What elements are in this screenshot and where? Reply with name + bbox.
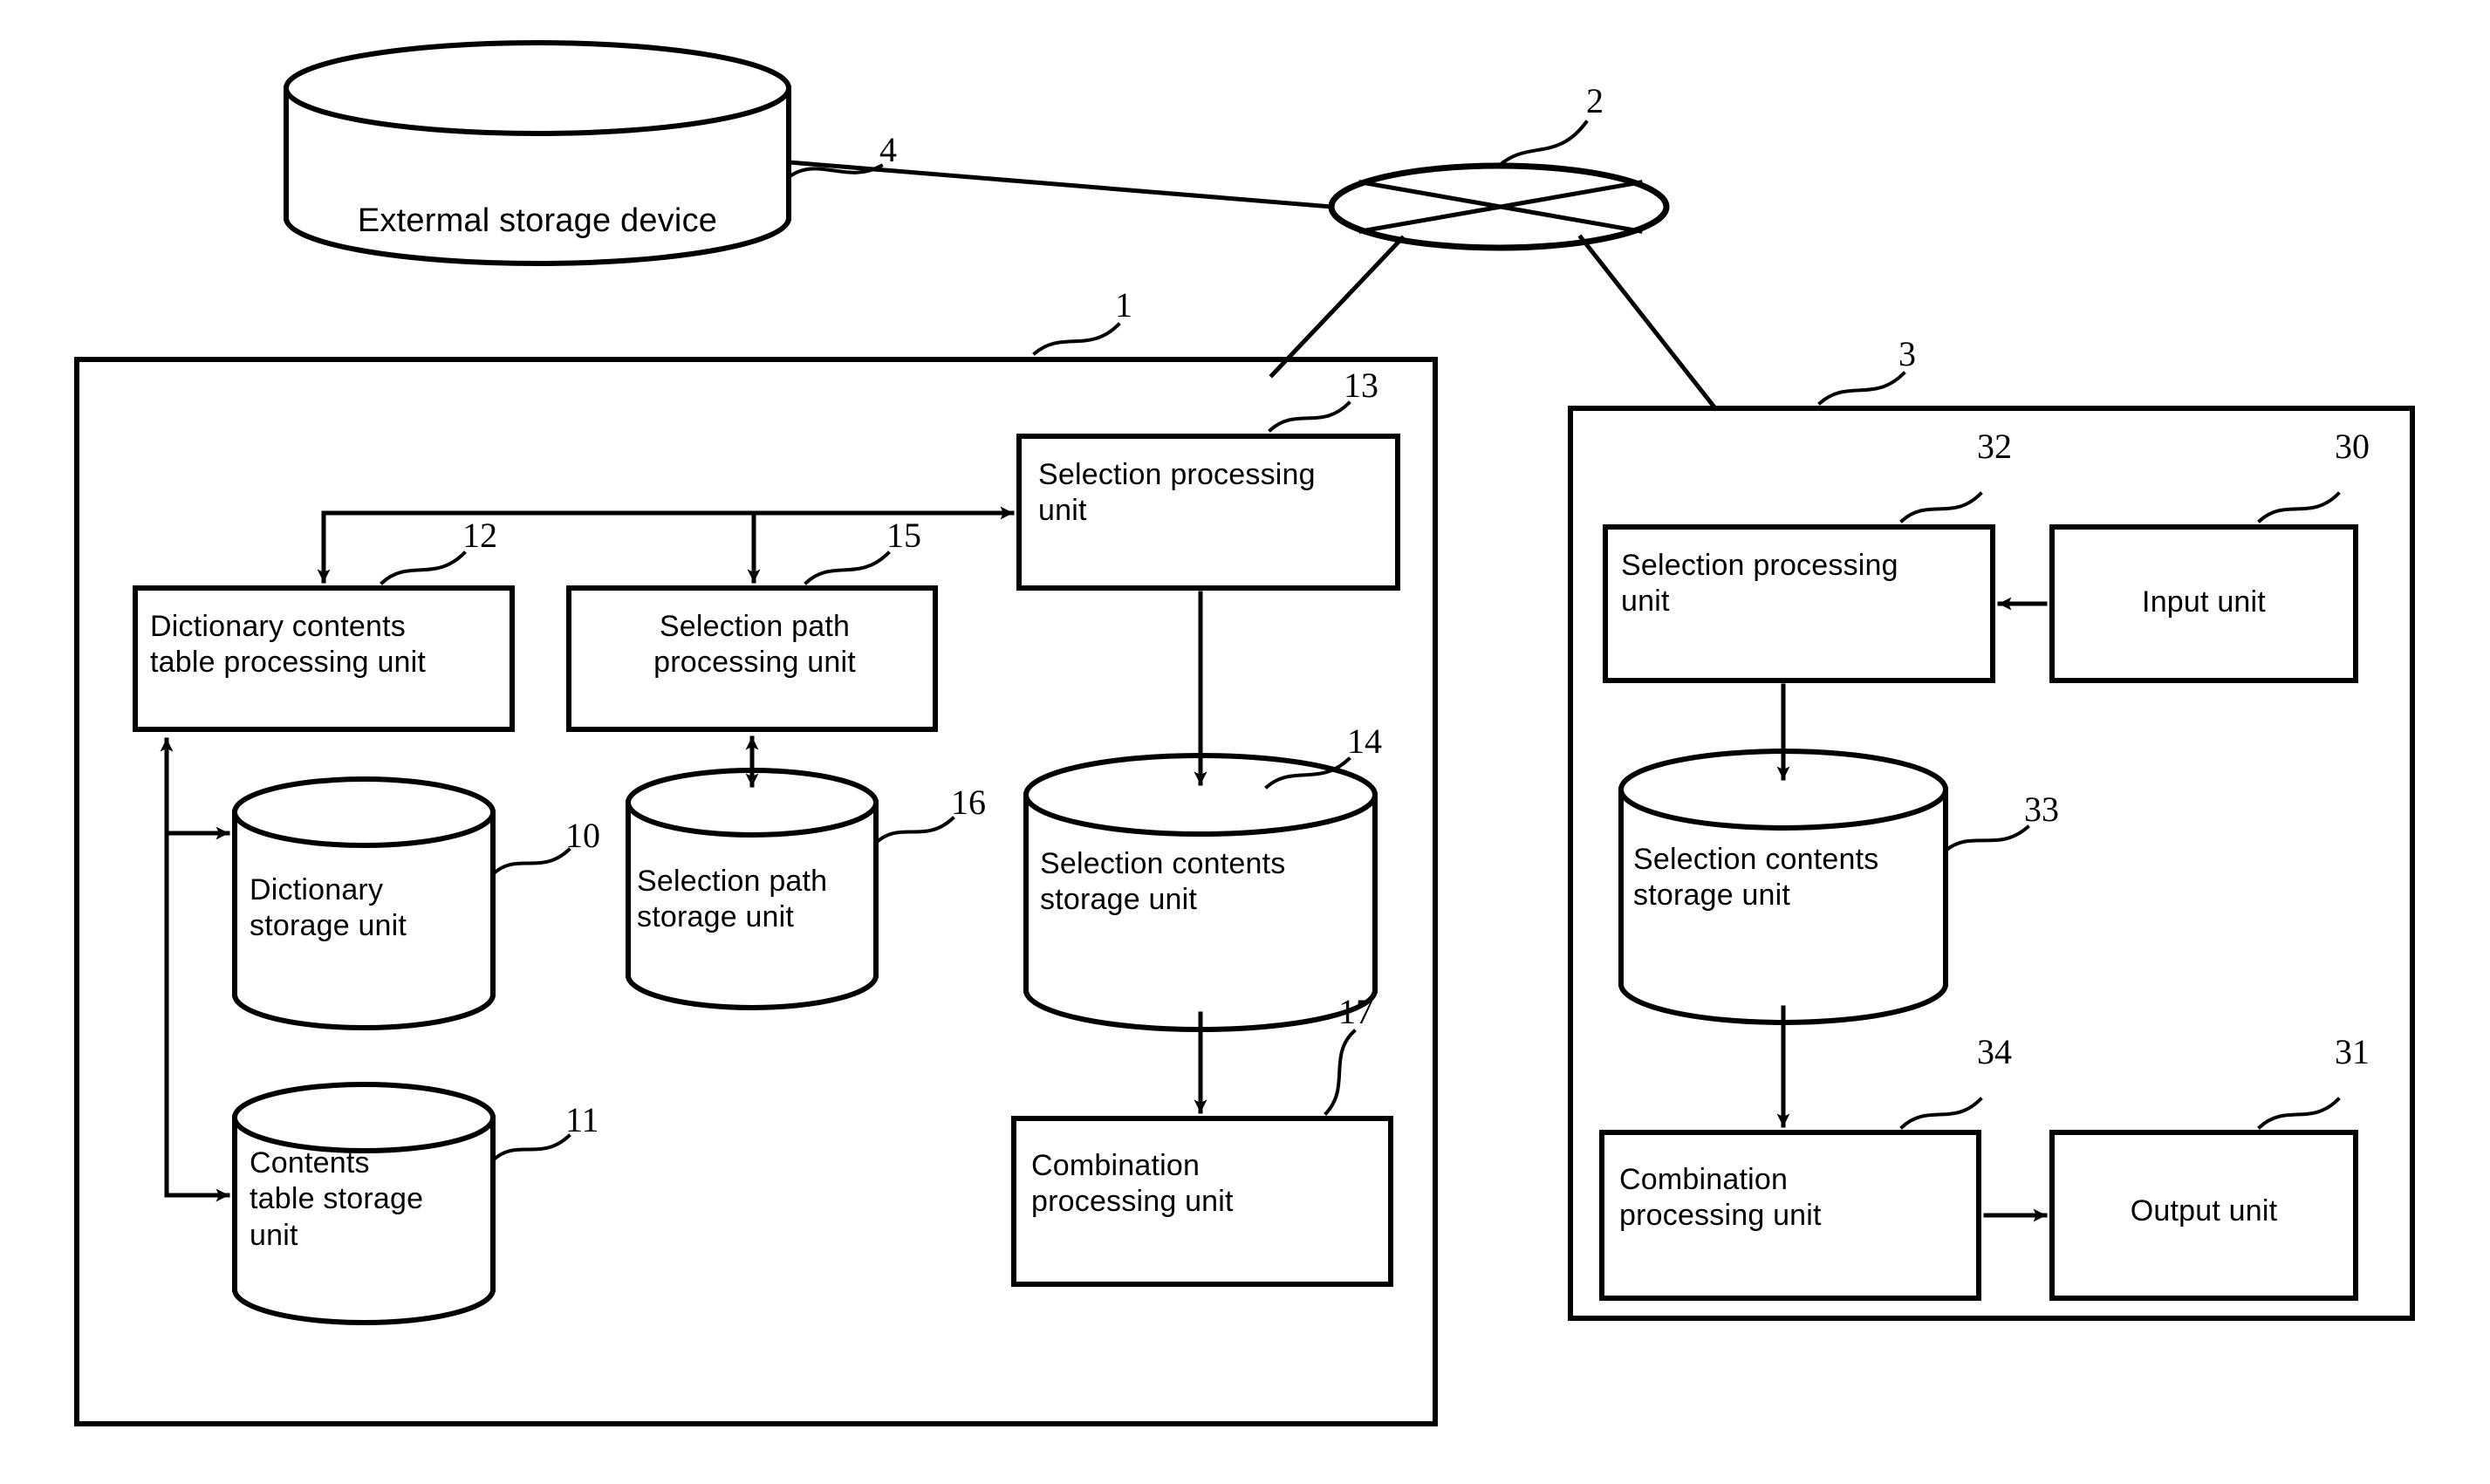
external-storage-cylinder-shape [283,40,792,266]
cyl-33 [1618,749,1949,1025]
ref-numeral-16: 16 [951,783,986,822]
leader-13 [1268,400,1351,433]
leader-1 [1032,322,1121,356]
leader-33 [1943,824,2030,853]
leader-30 [2257,491,2341,523]
ref-numeral-17: 17 [1338,992,1373,1031]
cyl-16 [625,768,879,1010]
cyl-11 [231,1082,496,1325]
box-32 [1603,524,1995,683]
ref-numeral-4: 4 [879,130,897,169]
diagram-geometry [74,40,2415,1426]
box-15 [566,585,938,732]
ref-numeral-15: 15 [886,516,921,555]
leader-3 [1817,371,1906,406]
leader-2 [1496,120,1589,168]
figure-canvas: Extermal storage device Dictionary conte… [0,0,2490,1484]
leader-11 [490,1133,571,1163]
cyl-10 [231,776,496,1030]
leader-16 [873,816,955,845]
ref-numeral-30: 30 [2335,427,2370,466]
leader-32 [1899,491,1983,523]
cyl-14 [1023,753,1378,1032]
network-cloud-shape [1328,162,1670,251]
link-network-server [1269,235,1406,379]
ref-numeral-34: 34 [1977,1032,2012,1071]
leader-31 [2257,1097,2341,1130]
ref-numeral-14: 14 [1347,721,1382,761]
link-network-client [1577,234,1719,412]
box-12 [133,585,515,732]
ref-numeral-10: 10 [565,816,600,855]
box-30 [2049,524,2358,683]
leader-10 [490,847,571,877]
ref-numeral-33: 33 [2024,790,2059,829]
ref-numeral-32: 32 [1977,427,2012,466]
box-34 [1599,1130,1981,1301]
ref-numeral-2: 2 [1586,81,1604,120]
box-31 [2049,1130,2358,1301]
ref-numeral-11: 11 [565,1100,599,1139]
ref-numeral-13: 13 [1344,366,1378,405]
box-17 [1011,1116,1393,1287]
leader-15 [804,551,891,585]
ref-numeral-31: 31 [2335,1032,2370,1071]
box-13 [1016,434,1400,591]
leader-12 [380,551,467,585]
leader-17 [1324,1029,1357,1116]
ref-numeral-12: 12 [462,516,497,555]
leader-34 [1899,1097,1983,1130]
ref-numeral-1: 1 [1115,285,1132,325]
ref-numeral-3: 3 [1898,334,1916,373]
